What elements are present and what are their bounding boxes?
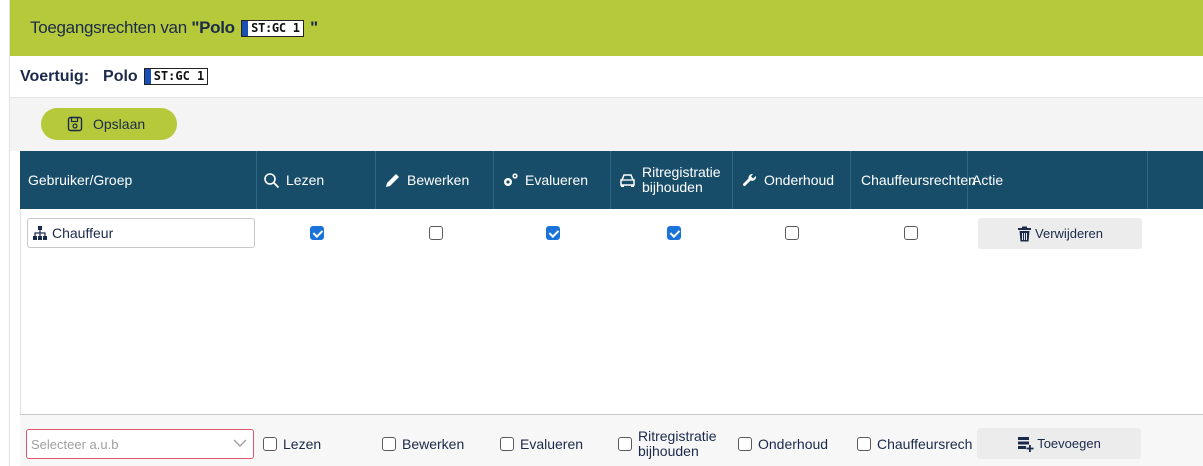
- dialog-title-close-quote: ": [310, 18, 318, 37]
- column-header-maintenance-label: Onderhoud: [764, 172, 835, 188]
- vehicle-name: Polo: [103, 67, 138, 85]
- user-group-select-placeholder: Selecteer a.u.b: [31, 436, 119, 452]
- column-header-action: Actie: [968, 151, 1148, 209]
- new-evaluate-checkbox[interactable]: [500, 437, 514, 451]
- add-row-footer: Selecteer a.u.b Lezen Bewerken Evalueren…: [20, 414, 1203, 466]
- column-header-trip[interactable]: Ritregistratie bijhouden: [611, 151, 733, 209]
- chevron-down-icon: [233, 439, 247, 447]
- new-driver-rights-label: Chauffeursrech: [877, 436, 973, 452]
- column-header-maintenance[interactable]: Onderhoud: [733, 151, 851, 209]
- column-header-driver-rights-label: Chauffeursrechten: [861, 172, 976, 188]
- wrench-icon: [742, 173, 757, 186]
- new-driver-rights-option[interactable]: Chauffeursrech: [857, 429, 972, 459]
- new-maintenance-checkbox[interactable]: [738, 437, 752, 451]
- new-trip-line1: Ritregistratie: [638, 428, 717, 444]
- left-border: [0, 0, 10, 466]
- new-trip-registration-checkbox[interactable]: [618, 437, 632, 451]
- column-header-read[interactable]: Lezen: [257, 151, 376, 209]
- gears-icon: [504, 172, 518, 186]
- car-icon: [620, 173, 635, 187]
- dialog-title: Toegangsrechten van "Polo ST:GC 1 ": [30, 18, 318, 38]
- column-header-action-label: Actie: [972, 172, 1004, 188]
- driver-rights-checkbox[interactable]: [904, 226, 918, 240]
- vehicle-info: Voertuig: Polo ST:GC 1: [10, 56, 1203, 98]
- toolbar: Opslaan: [10, 98, 1203, 151]
- new-edit-option[interactable]: Bewerken: [382, 429, 464, 459]
- new-trip-line2: bijhouden: [638, 443, 699, 459]
- new-maintenance-label: Onderhoud: [758, 436, 829, 452]
- add-list-icon: [1018, 436, 1034, 452]
- new-evaluate-option[interactable]: Evalueren: [500, 429, 583, 459]
- vehicle-label: Voertuig:: [20, 67, 90, 85]
- new-edit-checkbox[interactable]: [382, 437, 396, 451]
- column-header-edit-label: Bewerken: [407, 172, 470, 188]
- grid-body: Chauffeur Verwijderen: [20, 209, 1203, 414]
- save-button[interactable]: Opslaan: [41, 108, 177, 140]
- column-header-user-label: Gebruiker/Groep: [28, 172, 133, 188]
- user-group-name: Chauffeur: [52, 225, 114, 241]
- trash-icon: [1018, 226, 1032, 241]
- pencil-icon: [386, 173, 399, 187]
- column-header-trip-line2: bijhouden: [642, 179, 703, 195]
- new-driver-rights-checkbox[interactable]: [857, 437, 871, 451]
- column-header-user[interactable]: Gebruiker/Groep: [20, 151, 257, 209]
- license-plate-text: ST:GC 1: [251, 21, 300, 36]
- new-read-checkbox[interactable]: [263, 437, 277, 451]
- column-header-read-label: Lezen: [286, 172, 325, 188]
- add-button[interactable]: Toevoegen: [977, 428, 1141, 459]
- column-header-evaluate[interactable]: Evalueren: [494, 151, 611, 209]
- new-trip-registration-option[interactable]: Ritregistratie bijhouden: [618, 429, 717, 459]
- new-maintenance-option[interactable]: Onderhoud: [738, 429, 828, 459]
- evaluate-checkbox[interactable]: [546, 226, 560, 240]
- new-read-option[interactable]: Lezen: [263, 429, 321, 459]
- dialog-title-prefix: Toegangsrechten van: [30, 18, 187, 37]
- add-button-label: Toevoegen: [1037, 436, 1101, 451]
- column-header-evaluate-label: Evalueren: [525, 172, 589, 188]
- edit-checkbox[interactable]: [429, 226, 443, 240]
- save-button-label: Opslaan: [93, 116, 146, 132]
- user-group-select[interactable]: Selecteer a.u.b: [26, 429, 254, 459]
- column-header-trip-label: Ritregistratie bijhouden: [642, 165, 721, 195]
- new-trip-registration-label: Ritregistratie bijhouden: [638, 429, 717, 459]
- license-plate: ST:GC 1: [241, 20, 304, 38]
- column-header-trip-line1: Ritregistratie: [642, 164, 721, 180]
- delete-button-label: Verwijderen: [1035, 226, 1103, 241]
- grid-header: Gebruiker/Groep Lezen Bewerken Evalueren: [20, 151, 1203, 209]
- trip-registration-checkbox[interactable]: [667, 226, 681, 240]
- group-hierarchy-icon: [33, 226, 47, 240]
- new-evaluate-label: Evalueren: [520, 436, 584, 452]
- license-plate: ST:GC 1: [143, 68, 209, 85]
- maintenance-checkbox[interactable]: [785, 226, 799, 240]
- new-read-label: Lezen: [283, 436, 322, 452]
- column-header-edit[interactable]: Bewerken: [376, 151, 494, 209]
- new-edit-label: Bewerken: [402, 436, 465, 452]
- floppy-disk-icon: [67, 116, 83, 132]
- user-group-field[interactable]: Chauffeur: [27, 218, 255, 248]
- magnifier-icon: [264, 172, 280, 188]
- license-plate-text: ST:GC 1: [153, 69, 205, 83]
- delete-button[interactable]: Verwijderen: [978, 218, 1142, 249]
- dialog-title-vehicle: "Polo: [191, 18, 235, 37]
- read-checkbox[interactable]: [310, 226, 324, 240]
- table-row: Chauffeur Verwijderen: [21, 209, 1203, 257]
- dialog-titlebar: Toegangsrechten van "Polo ST:GC 1 ": [10, 0, 1203, 56]
- column-header-driver-rights[interactable]: Chauffeursrechten: [851, 151, 976, 209]
